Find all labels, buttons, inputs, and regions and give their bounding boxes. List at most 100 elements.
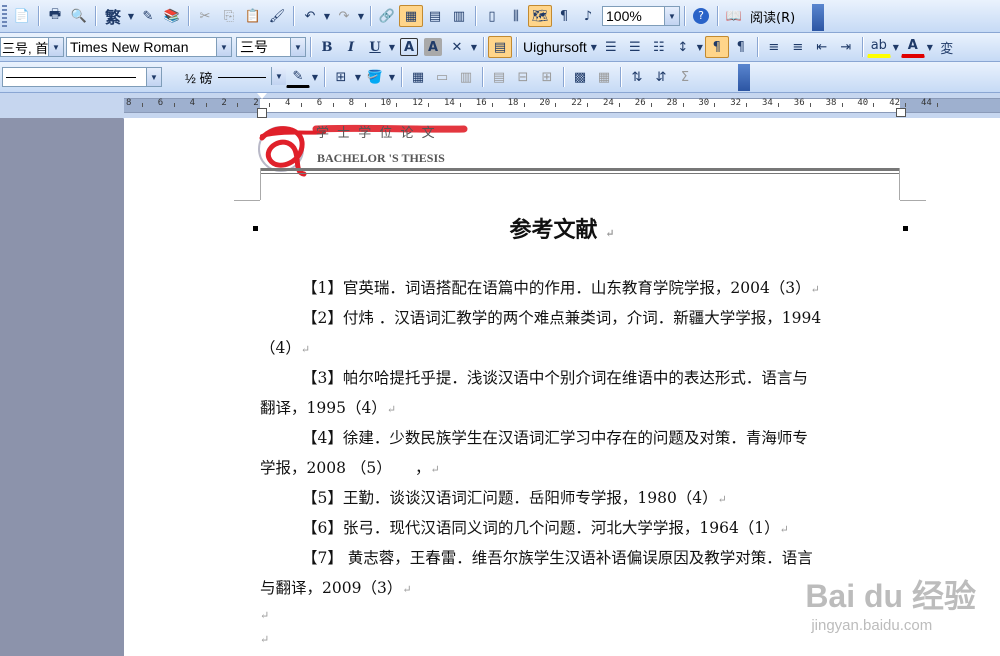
autosum-button[interactable]: Σ bbox=[673, 66, 697, 88]
hanging-indent-marker[interactable] bbox=[257, 108, 267, 118]
reference-text: （4） bbox=[260, 339, 301, 357]
undo-icon[interactable]: ↶ bbox=[298, 5, 322, 27]
read-mode-icon[interactable]: 📖 bbox=[722, 5, 746, 27]
toolbar-options-icon[interactable] bbox=[812, 4, 824, 31]
underline-button[interactable]: U bbox=[363, 36, 387, 58]
format-painter-icon[interactable]: 🖌 bbox=[265, 5, 289, 27]
chevron-down-icon[interactable]: ▼ bbox=[664, 7, 679, 25]
redo-icon[interactable]: ↷ bbox=[332, 5, 356, 27]
style-select[interactable]: 三号, 首 ▼ bbox=[0, 37, 64, 57]
style-value: 三号, 首 bbox=[2, 40, 49, 56]
reference-line-continued: 翻译，1995（4）↵ bbox=[260, 398, 396, 420]
toolbar-options-icon[interactable] bbox=[738, 64, 750, 91]
ruler-label: 40 bbox=[857, 98, 869, 108]
script-font-label[interactable]: Uighursoft bbox=[521, 36, 589, 58]
line-weight-select[interactable]: ½ 磅 ▼ bbox=[168, 67, 286, 87]
sort-ascending-icon[interactable]: ⇅ bbox=[625, 66, 649, 88]
ruler-label: 36 bbox=[793, 98, 805, 108]
justify-icon[interactable]: ☷ bbox=[647, 36, 671, 58]
increase-indent-icon[interactable]: ⇥ bbox=[834, 36, 858, 58]
show-hide-icon[interactable]: ¶ bbox=[552, 5, 576, 27]
spelling-icon[interactable]: ✎ bbox=[136, 5, 160, 27]
rtl-direction-icon[interactable]: ¶ bbox=[729, 36, 753, 58]
chevron-down-icon[interactable]: ▼ bbox=[48, 38, 63, 56]
bold-button[interactable]: B bbox=[315, 36, 339, 58]
chevron-down-icon[interactable]: ▼ bbox=[695, 36, 705, 58]
chevron-down-icon[interactable]: ▼ bbox=[271, 67, 286, 85]
chevron-down-icon[interactable]: ▼ bbox=[387, 36, 397, 58]
toolbar-grip[interactable] bbox=[2, 5, 7, 27]
merge-cells-icon[interactable]: ▭ bbox=[430, 66, 454, 88]
hyperlink-icon[interactable]: 🔗 bbox=[375, 5, 399, 27]
sort-descending-icon[interactable]: ⇵ bbox=[649, 66, 673, 88]
traditional-chinese-button[interactable]: 繁 bbox=[100, 5, 126, 27]
first-line-indent-marker[interactable] bbox=[257, 93, 267, 99]
insert-table-icon[interactable]: ▦ bbox=[406, 66, 430, 88]
highlight-icon[interactable]: ab bbox=[866, 36, 891, 58]
zoom-select[interactable]: 100% ▼ bbox=[602, 6, 680, 26]
horizontal-ruler[interactable]: 8 6 4 2 2 4 6 8 10 12 14 16 18 20 22 24 26 28 30 32 34 36 38 40… bbox=[0, 93, 1000, 119]
document-map-icon[interactable]: 🗺 bbox=[528, 5, 552, 27]
shading-icon[interactable]: ▤ bbox=[488, 36, 512, 58]
distribute-rows-icon[interactable]: ⊟ bbox=[511, 66, 535, 88]
table-autoformat-icon[interactable]: ▩ bbox=[568, 66, 592, 88]
font-color-icon[interactable]: A bbox=[900, 36, 925, 58]
print-preview-icon[interactable]: 🔍 bbox=[67, 5, 91, 27]
align-right-icon[interactable]: ☰ bbox=[623, 36, 647, 58]
chevron-down-icon[interactable]: ▼ bbox=[387, 66, 397, 88]
line-style-select[interactable]: ▼ bbox=[2, 67, 162, 87]
character-border-button[interactable]: A bbox=[400, 38, 418, 56]
chevron-down-icon[interactable]: ▼ bbox=[126, 5, 136, 27]
chevron-down-icon[interactable]: ▼ bbox=[356, 5, 366, 27]
borders-icon[interactable]: ⊞ bbox=[329, 66, 353, 88]
split-cells-icon[interactable]: ▥ bbox=[454, 66, 478, 88]
new-document-icon[interactable]: 📄 bbox=[10, 5, 34, 27]
shading-color-icon[interactable]: 🪣 bbox=[363, 66, 387, 88]
ink-icon[interactable]: ♪ bbox=[576, 5, 600, 27]
ruler-tick bbox=[205, 103, 207, 107]
copy-icon[interactable]: ⎘ bbox=[217, 5, 241, 27]
chevron-down-icon[interactable]: ▼ bbox=[322, 5, 332, 27]
chevron-down-icon[interactable]: ▼ bbox=[216, 38, 231, 56]
line-spacing-icon[interactable]: ↕ bbox=[671, 36, 695, 58]
columns-icon[interactable]: ▯ bbox=[480, 5, 504, 27]
separator bbox=[188, 6, 189, 26]
chevron-down-icon[interactable]: ▼ bbox=[310, 66, 320, 88]
read-mode-button[interactable]: 阅读(R) bbox=[746, 5, 799, 27]
help-icon[interactable]: ? bbox=[689, 5, 713, 27]
italic-button[interactable]: I bbox=[339, 36, 363, 58]
insert-excel-icon[interactable]: ▥ bbox=[447, 5, 471, 27]
text-direction-icon[interactable]: ▦ bbox=[592, 66, 616, 88]
ruler-tick bbox=[555, 103, 557, 107]
chevron-down-icon[interactable]: ▼ bbox=[469, 36, 479, 58]
decrease-indent-icon[interactable]: ⇤ bbox=[810, 36, 834, 58]
font-size-select[interactable]: 三号 ▼ bbox=[236, 37, 306, 57]
font-select[interactable]: Times New Roman ▼ bbox=[66, 37, 232, 57]
ltr-direction-icon[interactable]: ¶ bbox=[704, 36, 729, 58]
chevron-down-icon[interactable]: ▼ bbox=[891, 36, 901, 58]
tables-borders-icon[interactable]: ▦ bbox=[399, 5, 423, 27]
print-icon[interactable]: 🖶 bbox=[43, 5, 67, 27]
chevron-down-icon[interactable]: ▼ bbox=[146, 68, 161, 86]
chevron-down-icon[interactable]: ▼ bbox=[353, 66, 363, 88]
cell-align-icon[interactable]: ▤ bbox=[487, 66, 511, 88]
paste-icon[interactable]: 📋 bbox=[241, 5, 265, 27]
reference-text: 【4】徐建．少数民族学生在汉语词汇学习中存在的问题及对策．青海师专 bbox=[302, 429, 808, 447]
right-indent-marker[interactable] bbox=[896, 108, 906, 117]
cut-icon[interactable]: ✂ bbox=[193, 5, 217, 27]
distribute-columns-icon[interactable]: ⊞ bbox=[535, 66, 559, 88]
bullets-icon[interactable]: ≡ bbox=[786, 36, 810, 58]
chevron-down-icon[interactable]: ▼ bbox=[290, 38, 305, 56]
character-scaling-icon[interactable]: ✕ bbox=[445, 36, 469, 58]
reference-text: 【7】 黄志蓉，王春雷．维吾尔族学生汉语补语偏误原因及教学对策．语言 bbox=[302, 549, 813, 567]
chevron-down-icon[interactable]: ▼ bbox=[589, 36, 599, 58]
align-center-icon[interactable]: ☰ bbox=[599, 36, 623, 58]
character-shading-button[interactable]: A bbox=[424, 38, 442, 56]
numbering-icon[interactable]: ≡ bbox=[762, 36, 786, 58]
insert-table-icon[interactable]: ▤ bbox=[423, 5, 447, 27]
drawing-icon[interactable]: ⫼ bbox=[504, 5, 528, 27]
research-icon[interactable]: 📚 bbox=[160, 5, 184, 27]
border-color-icon[interactable]: ✎ bbox=[286, 66, 310, 88]
phonetic-guide-icon[interactable]: 変 bbox=[935, 36, 959, 58]
chevron-down-icon[interactable]: ▼ bbox=[925, 36, 935, 58]
